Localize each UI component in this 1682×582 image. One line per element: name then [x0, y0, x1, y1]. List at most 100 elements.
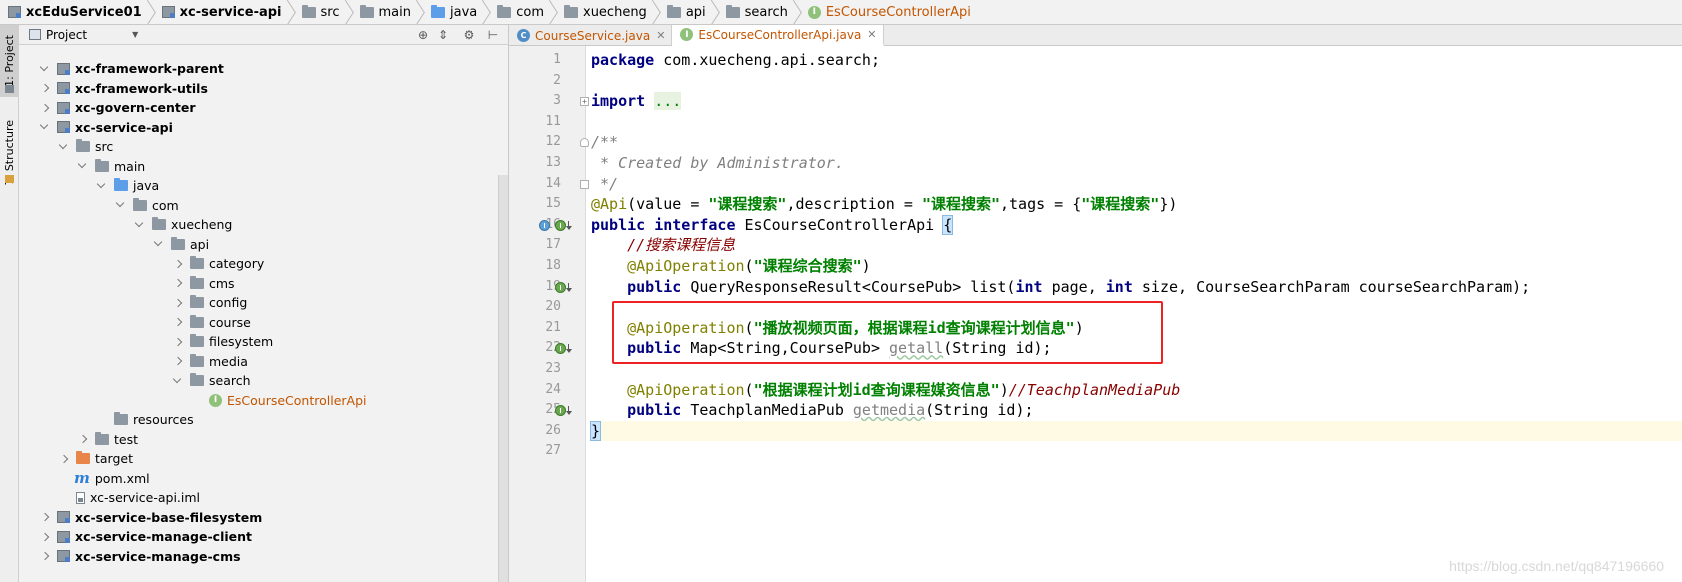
close-icon[interactable]: ✕	[656, 29, 665, 42]
editor-tab[interactable]: C CourseService.java ✕	[509, 25, 673, 46]
tree-item[interactable]: main	[19, 157, 494, 177]
line-number: 26	[545, 422, 561, 438]
chevron-right-icon[interactable]	[75, 431, 91, 447]
editor-gutter: 1 2 3 11 12 13 14 15 16 17 18 19 20 21 22 23 24 25 26 27 +	[509, 46, 589, 582]
tree-item[interactable]: java	[19, 176, 494, 196]
locate-icon[interactable]: ⊕	[415, 27, 431, 43]
breadcrumb-item[interactable]: I EsCourseControllerApi	[804, 0, 975, 24]
implement-method-icon[interactable]	[555, 281, 566, 293]
tree-item[interactable]: filesystem	[19, 332, 494, 352]
chevron-right-icon[interactable]	[37, 80, 53, 96]
hide-panel-icon[interactable]: ⊢	[485, 27, 501, 43]
code-editor[interactable]: 1 2 3 11 12 13 14 15 16 17 18 19 20 21 22 23 24 25 26 27 + p…	[509, 46, 1682, 582]
close-icon[interactable]: ✕	[867, 28, 876, 41]
collapse-fold-icon[interactable]	[580, 138, 589, 148]
project-scrollbar[interactable]	[498, 175, 508, 582]
tree-item[interactable]: target	[19, 449, 494, 469]
implement-method-icon[interactable]	[555, 219, 566, 231]
tree-item[interactable]: I EsCourseControllerApi	[19, 391, 494, 411]
tree-item[interactable]: xc-framework-parent	[19, 59, 494, 79]
tree-item[interactable]: xc-service-base-filesystem	[19, 508, 494, 528]
code-line: @ApiOperation("课程综合搜索")	[591, 256, 1682, 277]
implement-method-icon[interactable]	[555, 405, 566, 417]
code-token: com.xuecheng.api.search;	[663, 51, 880, 69]
breadcrumb-separator-icon	[288, 0, 296, 24]
chevron-down-icon[interactable]: ▼	[132, 30, 138, 39]
red-highlight-box	[612, 301, 1163, 364]
tree-item[interactable]: xc-service-manage-client	[19, 527, 494, 547]
tree-item[interactable]: m pom.xml	[19, 469, 494, 489]
chevron-right-icon[interactable]	[56, 451, 72, 467]
chevron-right-icon[interactable]	[37, 529, 53, 545]
chevron-right-icon[interactable]	[170, 295, 186, 311]
chevron-down-icon[interactable]	[113, 197, 129, 213]
code-line: */	[591, 174, 1682, 195]
tree-item[interactable]: xc-govern-center	[19, 98, 494, 118]
chevron-right-icon[interactable]	[37, 509, 53, 525]
chevron-right-icon[interactable]	[37, 100, 53, 116]
implemented-icon[interactable]	[539, 219, 550, 231]
chevron-down-icon[interactable]	[75, 158, 91, 174]
tree-item[interactable]: resources	[19, 410, 494, 430]
chevron-right-icon[interactable]	[170, 256, 186, 272]
chevron-right-icon[interactable]	[37, 548, 53, 564]
chevron-down-icon[interactable]	[170, 373, 186, 389]
chevron-right-icon[interactable]	[170, 275, 186, 291]
breadcrumb-item[interactable]: xuecheng	[560, 0, 651, 24]
tree-item[interactable]: xc-service-manage-cms	[19, 547, 494, 567]
line-number: 21	[545, 319, 561, 335]
tree-item[interactable]: xc-service-api	[19, 118, 494, 138]
chevron-right-icon[interactable]	[170, 353, 186, 369]
package-icon	[133, 197, 147, 211]
breadcrumb-item[interactable]: com	[493, 0, 548, 24]
tree-item[interactable]: test	[19, 430, 494, 450]
tree-item[interactable]: xuecheng	[19, 215, 494, 235]
tree-item[interactable]: api	[19, 235, 494, 255]
tree-item[interactable]: com	[19, 196, 494, 216]
breadcrumb-item[interactable]: xcEduService01	[4, 0, 146, 24]
tree-item[interactable]: src	[19, 137, 494, 157]
tree-item[interactable]: xc-framework-utils	[19, 79, 494, 99]
breadcrumb-item[interactable]: main	[356, 0, 415, 24]
tree-item-label: src	[95, 139, 114, 155]
line-number: 17	[545, 237, 561, 253]
breadcrumb-separator-icon	[550, 0, 558, 24]
chevron-down-icon[interactable]	[132, 217, 148, 233]
code-token: public	[591, 215, 655, 234]
tree-item[interactable]: category	[19, 254, 494, 274]
tree-item[interactable]: search	[19, 371, 494, 391]
chevron-down-icon[interactable]	[37, 119, 53, 135]
folder-icon	[301, 4, 316, 18]
code-token: /**	[591, 133, 619, 152]
chevron-right-icon[interactable]	[170, 314, 186, 330]
breadcrumb-item-label: search	[744, 4, 788, 20]
project-panel-title[interactable]: Project	[46, 28, 87, 42]
package-icon	[152, 217, 166, 231]
tree-item-label: pom.xml	[94, 470, 150, 486]
chevron-down-icon[interactable]	[56, 139, 72, 155]
tree-item[interactable]: config	[19, 293, 494, 313]
chevron-down-icon[interactable]	[94, 178, 110, 194]
gear-icon[interactable]: ⚙	[461, 27, 477, 43]
collapse-all-icon[interactable]: ⇕	[435, 27, 451, 43]
code-line: @Api(value = "课程搜索",description = "课程搜索"…	[591, 194, 1682, 215]
editor-tab[interactable]: I EsCourseControllerApi.java ✕	[672, 25, 884, 46]
module-icon	[57, 121, 70, 134]
chevron-down-icon[interactable]	[37, 61, 53, 77]
expand-fold-icon[interactable]: +	[580, 97, 589, 107]
tool-window-strip: 1: Project 7: Structure	[0, 25, 19, 582]
interface-icon: I	[209, 393, 222, 407]
tree-item[interactable]: media	[19, 352, 494, 372]
chevron-down-icon[interactable]	[151, 236, 167, 252]
implement-method-icon[interactable]	[555, 343, 566, 355]
breadcrumb-item-label: main	[378, 4, 411, 20]
chevron-right-icon[interactable]	[170, 334, 186, 350]
breadcrumb-item[interactable]: search	[722, 0, 792, 24]
collapse-fold-icon[interactable]	[580, 179, 589, 189]
tree-item[interactable]: cms	[19, 274, 494, 294]
breadcrumb-item[interactable]: xc-service-api	[158, 0, 286, 24]
code-token: QueryResponseResult<CoursePub> list(	[690, 277, 1016, 296]
tree-item[interactable]: xc-service-api.iml	[19, 488, 494, 508]
tree-item[interactable]: course	[19, 313, 494, 333]
